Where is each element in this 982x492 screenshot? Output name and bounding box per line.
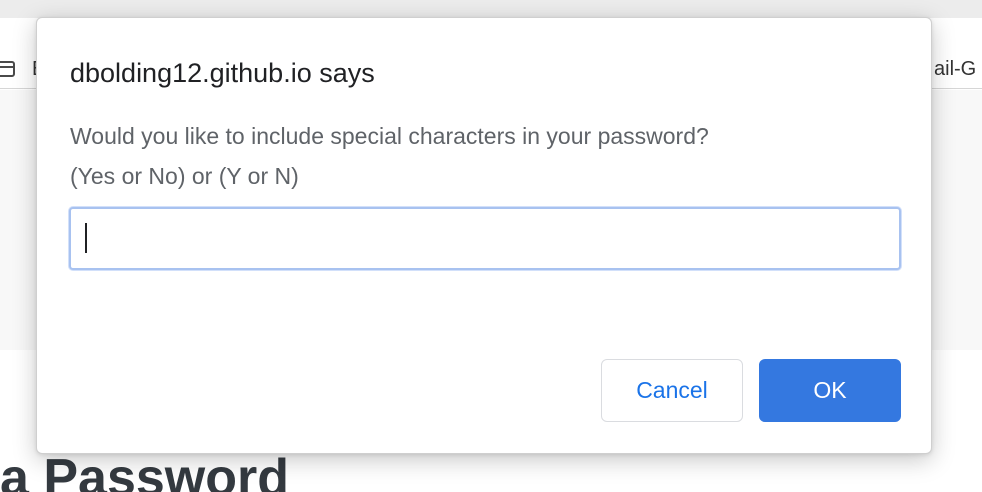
page-heading: a Password xyxy=(0,449,290,492)
bookmark-folder-icon[interactable] xyxy=(0,60,16,78)
page: B ail-G a Password dbolding12.github.io … xyxy=(0,0,982,492)
bookmark-item-right[interactable]: ail-G xyxy=(934,58,976,81)
dialog-message: Would you like to include special charac… xyxy=(70,116,890,196)
prompt-dialog: dbolding12.github.io says Would you like… xyxy=(36,17,932,454)
dialog-message-line-1: Would you like to include special charac… xyxy=(70,123,709,149)
ok-button[interactable]: OK xyxy=(759,359,901,422)
text-caret xyxy=(85,223,87,253)
dialog-title: dbolding12.github.io says xyxy=(70,58,375,88)
browser-tab-strip xyxy=(0,0,982,18)
cancel-button[interactable]: Cancel xyxy=(601,359,743,422)
prompt-input[interactable] xyxy=(69,207,901,270)
dialog-message-line-2: (Yes or No) or (Y or N) xyxy=(70,163,299,189)
